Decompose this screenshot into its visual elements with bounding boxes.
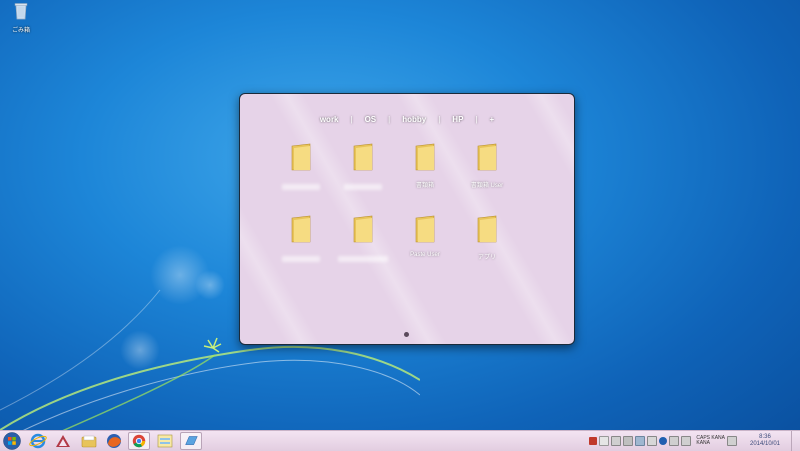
folder-icon xyxy=(353,215,373,243)
folder-icon xyxy=(415,143,435,171)
chrome-icon[interactable] xyxy=(128,432,150,450)
tray-app-icon[interactable] xyxy=(589,437,598,445)
folder-icon xyxy=(477,143,497,171)
folder-item[interactable]: 書類箱 xyxy=(394,138,456,196)
folder-grid: 書類箱 書類箱 User Paste User アプリ xyxy=(270,138,550,268)
clock[interactable]: 8:36 2014/10/01 xyxy=(745,434,785,448)
folder-item[interactable] xyxy=(270,210,332,268)
taskbar: CAPS KANA KANA 8:36 2014/10/01 xyxy=(0,430,800,451)
recycle-bin-icon xyxy=(14,3,28,20)
tab-work[interactable]: work xyxy=(320,115,339,124)
folder-launcher-panel: work | OS | hobby | HP | + 書類箱 書類箱 User xyxy=(239,93,575,345)
tab-separator: | xyxy=(350,115,353,124)
recycle-bin-shortcut[interactable]: ごみ箱 xyxy=(4,2,38,34)
tray-expand-icon[interactable] xyxy=(727,436,737,446)
tab-hp[interactable]: HP xyxy=(452,115,463,124)
tray-app-icon[interactable] xyxy=(681,436,692,446)
tab-hobby[interactable]: hobby xyxy=(402,115,426,124)
folder-name: Paste User xyxy=(410,252,440,258)
folder-icon xyxy=(291,143,311,171)
folder-item[interactable]: アプリ xyxy=(456,210,518,268)
lens-flare xyxy=(195,270,225,300)
tray-app-icon[interactable] xyxy=(599,436,610,446)
widget-icon[interactable] xyxy=(154,432,176,450)
folder-icon xyxy=(291,215,311,243)
tray-app-icon[interactable] xyxy=(647,436,658,446)
tray-app-icon[interactable] xyxy=(635,436,646,446)
folder-name-redacted xyxy=(338,256,388,262)
folder-item[interactable] xyxy=(270,138,332,196)
folder-name-redacted xyxy=(282,184,320,190)
tab-separator: | xyxy=(475,115,478,124)
ie-icon[interactable] xyxy=(27,432,49,450)
folder-item[interactable]: Paste User xyxy=(394,210,456,268)
lens-flare xyxy=(120,330,160,370)
folder-name: アプリ xyxy=(477,255,496,261)
clock-time: 8:36 xyxy=(759,434,771,440)
recycle-bin-label: ごみ箱 xyxy=(11,28,30,34)
clock-date: 2014/10/01 xyxy=(749,441,781,447)
tray-app-icon[interactable] xyxy=(669,436,680,446)
folder-item[interactable] xyxy=(332,138,394,196)
folder-icon xyxy=(477,215,497,243)
folder-item[interactable] xyxy=(332,210,394,268)
folder-name-redacted xyxy=(344,184,382,190)
tray-app-icon[interactable] xyxy=(623,436,634,446)
firefox-icon[interactable] xyxy=(103,432,125,450)
folder-name-redacted xyxy=(282,256,320,262)
tab-os[interactable]: OS xyxy=(365,115,377,124)
panel-tabs: work | OS | hobby | HP | + xyxy=(240,115,574,124)
start-button-windows-icon[interactable] xyxy=(2,432,22,450)
system-tray: CAPS KANA KANA 8:36 2014/10/01 xyxy=(589,431,798,451)
ime-status[interactable]: CAPS KANA KANA xyxy=(696,436,725,446)
folder-item[interactable]: 書類箱 User xyxy=(456,138,518,196)
tab-separator: | xyxy=(388,115,391,124)
ime-status-line: KANA xyxy=(696,440,710,446)
page-indicator-dot[interactable] xyxy=(404,332,409,337)
folder-name: 書類箱 xyxy=(415,183,434,189)
window-icon[interactable] xyxy=(180,432,202,450)
tab-separator: | xyxy=(438,115,441,124)
app-icon[interactable] xyxy=(52,432,74,450)
folder-name: 書類箱 User xyxy=(470,183,504,189)
tab-add[interactable]: + xyxy=(490,115,495,124)
explorer-icon[interactable] xyxy=(78,432,100,450)
folder-icon xyxy=(353,143,373,171)
tray-app-icon[interactable] xyxy=(611,436,622,446)
help-icon[interactable] xyxy=(659,437,668,445)
show-desktop-button[interactable] xyxy=(791,431,798,451)
folder-icon xyxy=(415,215,435,243)
